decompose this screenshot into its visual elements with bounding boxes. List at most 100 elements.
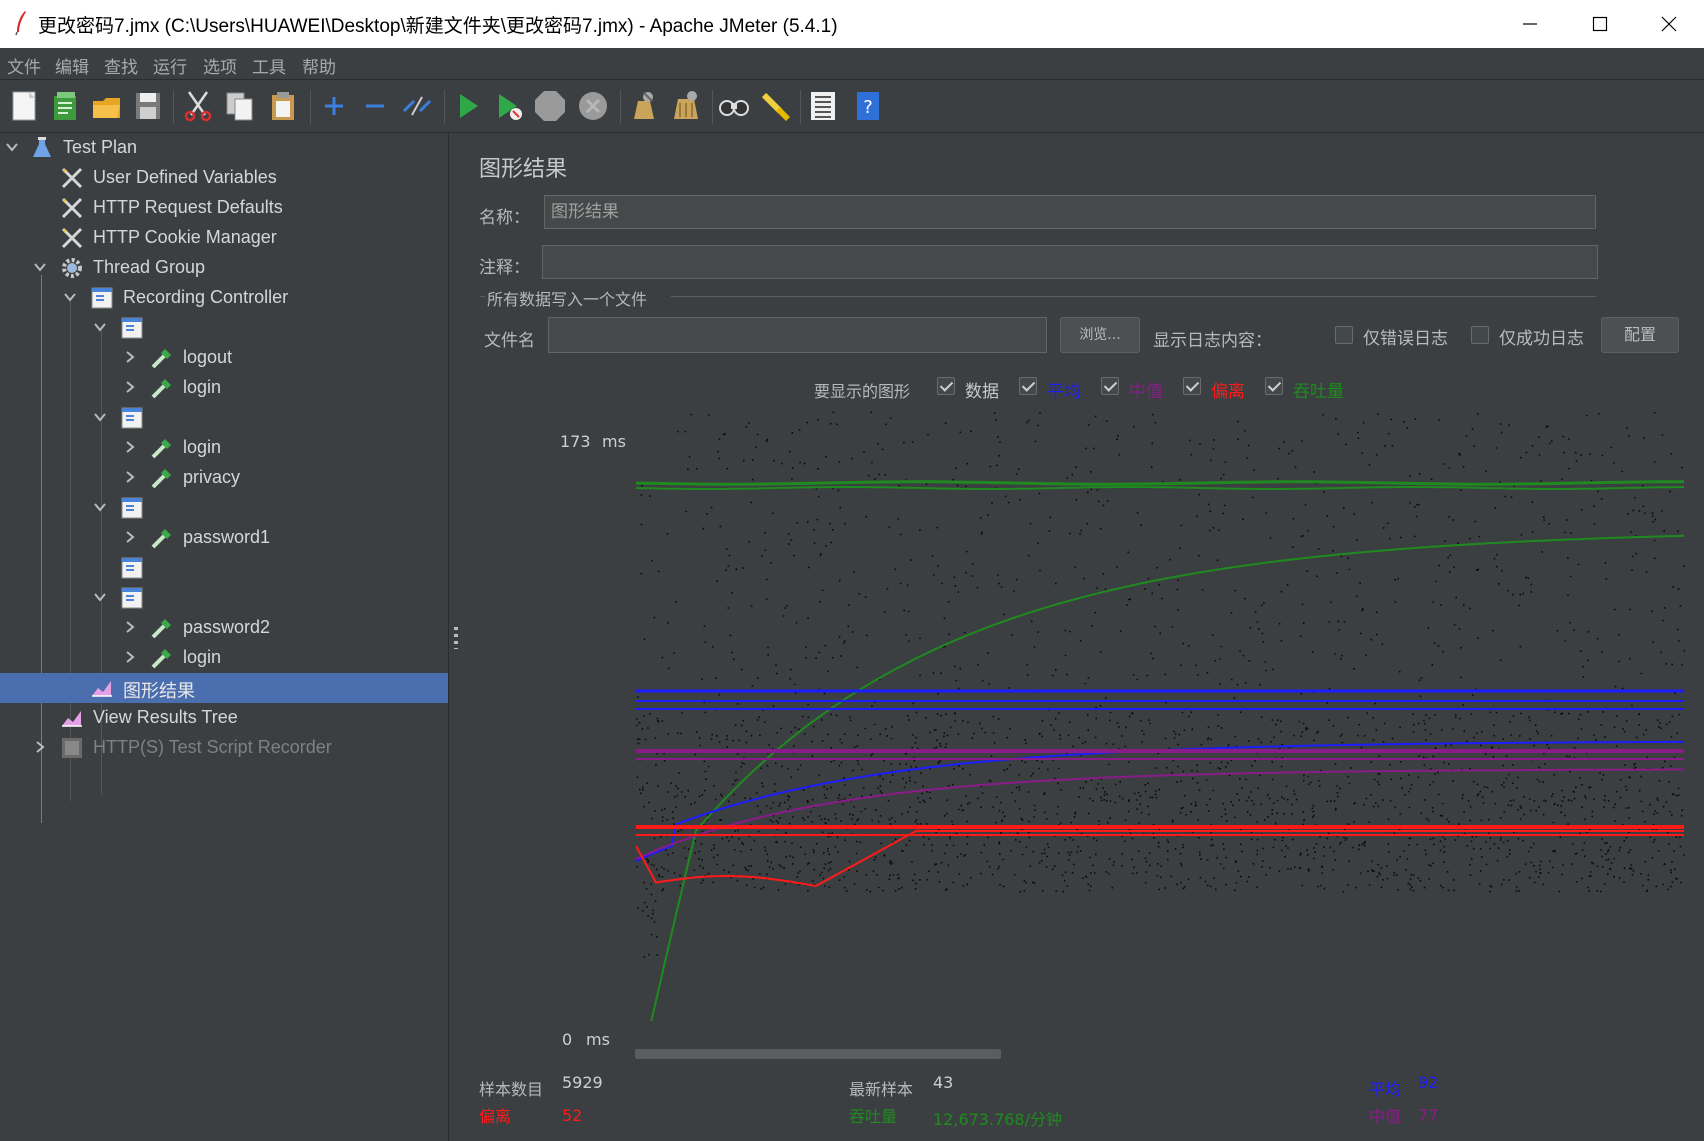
- tree-item-http-request-defaults[interactable]: HTTP Request Defaults: [0, 193, 448, 223]
- name-input[interactable]: 图形结果: [544, 195, 1596, 229]
- shutdown-button[interactable]: [576, 89, 610, 123]
- browse-button[interactable]: 浏览...: [1060, 317, 1140, 353]
- toolbar-separator: [173, 90, 174, 124]
- stop-button[interactable]: [533, 89, 567, 123]
- deviation-checkbox[interactable]: [1183, 377, 1201, 395]
- file-section-title: 所有数据写入一个文件: [487, 290, 648, 309]
- tree-item-transaction-controller[interactable]: [0, 493, 448, 523]
- chevron-down-icon[interactable]: [92, 589, 108, 605]
- menu-search[interactable]: 查找: [104, 53, 138, 78]
- comment-label: 注释：: [479, 258, 530, 278]
- filename-input[interactable]: [548, 317, 1047, 353]
- tree-item-transaction-controller[interactable]: [0, 583, 448, 613]
- toggle-button[interactable]: [400, 89, 434, 123]
- expand-all-button[interactable]: [317, 89, 351, 123]
- chevron-down-icon[interactable]: [92, 499, 108, 515]
- function-helper-button[interactable]: [806, 89, 840, 123]
- menu-edit[interactable]: 编辑: [55, 53, 89, 78]
- menu-help[interactable]: 帮助: [302, 53, 336, 78]
- chevron-right-icon[interactable]: [122, 469, 138, 485]
- maximize-button[interactable]: [1565, 0, 1635, 48]
- sampler-pipette-icon: [151, 349, 171, 369]
- chevron-right-icon[interactable]: [32, 739, 48, 755]
- throughput-checkbox[interactable]: [1265, 377, 1283, 395]
- start-button[interactable]: [451, 89, 485, 123]
- tree-item-user-defined-variables[interactable]: User Defined Variables: [0, 163, 448, 193]
- tree-item-password2[interactable]: password2: [0, 613, 448, 643]
- chevron-down-icon[interactable]: [92, 319, 108, 335]
- latest-sample-value: 43: [933, 1073, 954, 1092]
- toolbar-separator: [800, 90, 801, 124]
- menu-tools[interactable]: 工具: [252, 53, 286, 78]
- median-checkbox[interactable]: [1101, 377, 1119, 395]
- panel-title: 图形结果: [479, 157, 568, 182]
- data-checkbox[interactable]: [937, 377, 955, 395]
- save-button[interactable]: [131, 89, 165, 123]
- chevron-right-icon[interactable]: [122, 529, 138, 545]
- chevron-down-icon[interactable]: [92, 409, 108, 425]
- tree-item-transaction-controller[interactable]: [0, 313, 448, 343]
- new-button[interactable]: [8, 89, 42, 123]
- configure-button[interactable]: 配置: [1601, 317, 1679, 353]
- tree-item-logout[interactable]: logout: [0, 343, 448, 373]
- tree-item-login[interactable]: login: [0, 433, 448, 463]
- tree-item-login[interactable]: login: [0, 643, 448, 673]
- sampler-pipette-icon: [151, 439, 171, 459]
- chevron-right-icon[interactable]: [122, 619, 138, 635]
- help-button[interactable]: ?: [850, 89, 884, 123]
- success-only-checkbox[interactable]: [1471, 326, 1489, 344]
- reset-search-button[interactable]: [758, 89, 792, 123]
- chevron-down-icon[interactable]: [62, 289, 78, 305]
- minimize-button[interactable]: [1495, 0, 1565, 48]
- tree-item-recording-controller[interactable]: Recording Controller: [0, 283, 448, 313]
- drag-handle[interactable]: [454, 627, 458, 649]
- test-plan-tree: Test Plan User Defined Variables HTTP Re…: [0, 133, 448, 1141]
- menu-options[interactable]: 选项: [203, 53, 237, 78]
- tree-item-view-results-tree[interactable]: View Results Tree: [0, 703, 448, 733]
- tree-item-transaction-controller[interactable]: [0, 553, 448, 583]
- comment-input[interactable]: [542, 245, 1598, 279]
- errors-only-checkbox[interactable]: [1335, 326, 1353, 344]
- median-option-label: 中值: [1129, 382, 1163, 402]
- split-pane-divider[interactable]: [448, 133, 464, 1141]
- average-option-label: 平均: [1047, 382, 1081, 402]
- menu-file[interactable]: 文件: [7, 53, 41, 78]
- tree-item-privacy[interactable]: privacy: [0, 463, 448, 493]
- chevron-right-icon[interactable]: [122, 349, 138, 365]
- tree-item-graph-results[interactable]: 图形结果: [0, 673, 448, 703]
- chevron-right-icon[interactable]: [122, 649, 138, 665]
- menu-run[interactable]: 运行: [153, 53, 187, 78]
- y-min-unit: ms: [586, 1030, 610, 1049]
- chevron-down-icon[interactable]: [4, 139, 20, 155]
- tree-item-http-cookie-manager[interactable]: HTTP Cookie Manager: [0, 223, 448, 253]
- collapse-all-button[interactable]: [358, 89, 392, 123]
- test-plan-icon: [33, 137, 51, 157]
- clear-button[interactable]: [626, 89, 660, 123]
- samples-value: 5929: [562, 1073, 603, 1092]
- median-trend-line: [636, 768, 1684, 860]
- tree-item-test-plan[interactable]: Test Plan: [0, 133, 448, 163]
- search-button[interactable]: [717, 89, 751, 123]
- tree-item-login[interactable]: login: [0, 373, 448, 403]
- tree-item-http-test-script-recorder[interactable]: HTTP(S) Test Script Recorder: [0, 733, 448, 763]
- graph-horizontal-scrollbar[interactable]: [635, 1049, 1001, 1059]
- cut-button[interactable]: [181, 89, 215, 123]
- copy-button[interactable]: [223, 89, 257, 123]
- paste-button[interactable]: [266, 89, 300, 123]
- templates-button[interactable]: [48, 89, 82, 123]
- chevron-down-icon[interactable]: [32, 259, 48, 275]
- average-checkbox[interactable]: [1019, 377, 1037, 395]
- close-button[interactable]: [1634, 0, 1704, 48]
- chevron-right-icon[interactable]: [122, 439, 138, 455]
- maximize-icon: [1592, 16, 1608, 32]
- tree-item-transaction-controller[interactable]: [0, 403, 448, 433]
- start-no-timers-button[interactable]: [492, 89, 526, 123]
- toolbar: ?: [0, 80, 1704, 133]
- chevron-right-icon[interactable]: [122, 379, 138, 395]
- tree-item-password1[interactable]: password1: [0, 523, 448, 553]
- filename-label: 文件名: [484, 331, 535, 351]
- tree-item-thread-group[interactable]: Thread Group: [0, 253, 448, 283]
- clear-all-button[interactable]: [668, 89, 702, 123]
- toolbar-separator: [620, 90, 621, 124]
- open-button[interactable]: [90, 89, 124, 123]
